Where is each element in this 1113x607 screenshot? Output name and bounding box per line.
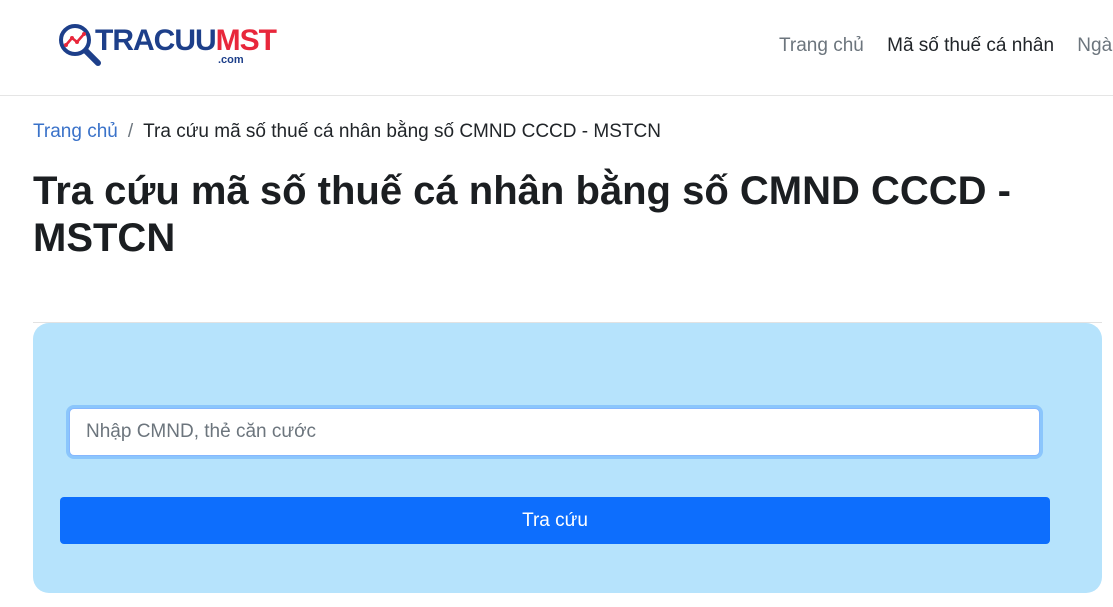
site-header: TRACUUMST .com Trang chủ Mã số thuế cá n… <box>0 0 1113 96</box>
breadcrumb-separator: / <box>127 121 134 142</box>
logo-wordmark: TRACUUMST <box>95 24 277 57</box>
logo-wordmark-part2: MST <box>215 24 277 57</box>
page-title: Tra cứu mã số thuế cá nhân bằng số CMND … <box>33 169 1011 260</box>
site-logo[interactable]: TRACUUMST .com <box>58 22 277 70</box>
breadcrumb-home-link[interactable]: Trang chủ <box>33 121 118 142</box>
nav-item-personal-tax-code[interactable]: Mã số thuế cá nhân <box>887 34 1054 58</box>
logo-domain-suffix: .com <box>218 54 244 66</box>
logo-wordmark-part1: TRACUU <box>95 24 217 57</box>
search-button[interactable]: Tra cứu <box>60 497 1050 544</box>
id-number-input[interactable] <box>69 408 1040 456</box>
breadcrumb-current: Tra cứu mã số thuế cá nhân bằng số CMND … <box>143 121 661 142</box>
nav-item-home[interactable]: Trang chủ <box>779 34 864 58</box>
search-panel: Tra cứu <box>33 323 1102 593</box>
main-nav: Trang chủ Mã số thuế cá nhân Ngà <box>779 34 1113 58</box>
nav-item-truncated[interactable]: Ngà <box>1077 34 1112 58</box>
breadcrumb: Trang chủ / Tra cứu mã số thuế cá nhân bằn… <box>33 120 661 144</box>
